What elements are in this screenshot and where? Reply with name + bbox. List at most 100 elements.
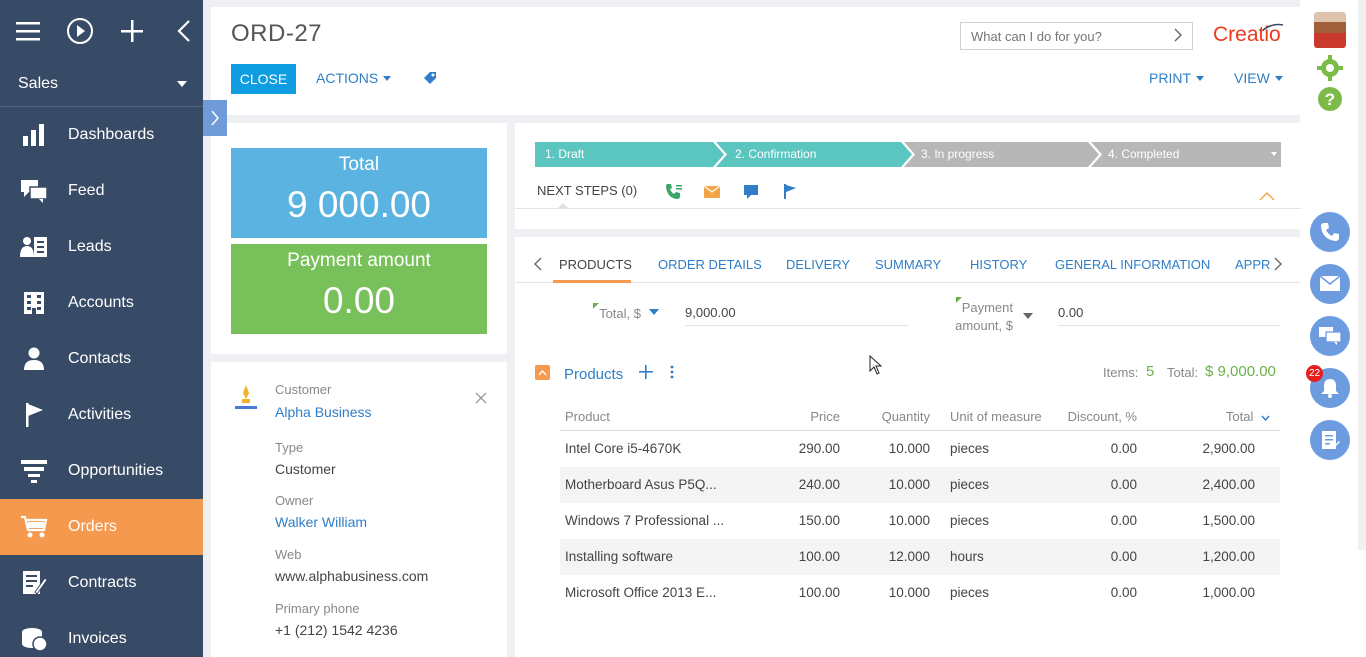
- chevron-right-icon[interactable]: [1173, 28, 1183, 42]
- workspace-selector[interactable]: Sales: [0, 62, 203, 107]
- tab-products[interactable]: PRODUCTS: [559, 257, 632, 272]
- workspace-label: Sales: [18, 75, 59, 92]
- chevron-up-icon[interactable]: [1259, 191, 1275, 201]
- cell-total: 1,000.00: [1202, 585, 1255, 600]
- payment-field-value[interactable]: 0.00: [1058, 305, 1280, 326]
- sidebar-item-opportunities[interactable]: Opportunities: [0, 443, 203, 499]
- close-icon[interactable]: [475, 392, 487, 404]
- tab-general-information[interactable]: GENERAL INFORMATION: [1055, 257, 1210, 272]
- products-grid: Product Price Quantity Unit of measure D…: [560, 402, 1280, 611]
- sidebar-item-invoices[interactable]: Invoices: [0, 611, 203, 657]
- items-count: 5: [1146, 363, 1155, 380]
- tab-summary[interactable]: SUMMARY: [875, 257, 941, 272]
- command-search-input[interactable]: [960, 22, 1193, 50]
- chevron-down-icon: [1196, 75, 1204, 81]
- tag-icon[interactable]: [423, 71, 437, 90]
- tab-history[interactable]: HISTORY: [970, 257, 1027, 272]
- table-row[interactable]: Microsoft Office 2013 E... 100.00 10.000…: [560, 575, 1280, 611]
- gear-icon[interactable]: [1317, 55, 1343, 81]
- table-row[interactable]: Motherboard Asus P5Q... 240.00 10.000 pi…: [560, 467, 1280, 503]
- sidebar-item-feed[interactable]: Feed: [0, 163, 203, 219]
- tab-order-details[interactable]: ORDER DETAILS: [658, 257, 762, 272]
- cell-quantity: 10.000: [888, 477, 930, 492]
- cell-discount: 0.00: [1110, 441, 1137, 456]
- notification-badge: 22: [1306, 365, 1323, 382]
- products-collapse-toggle[interactable]: [535, 365, 550, 380]
- avatar[interactable]: [1314, 12, 1346, 48]
- sidebar-item-label: Opportunities: [68, 462, 164, 479]
- chevron-down-icon[interactable]: [1023, 313, 1033, 319]
- phone-button[interactable]: [1310, 212, 1350, 252]
- email-button[interactable]: [1310, 264, 1350, 304]
- total-kpi: Total 9 000.00: [231, 148, 487, 238]
- tab-bar: PRODUCTS ORDER DETAILS DELIVERY SUMMARY …: [515, 237, 1301, 283]
- table-row[interactable]: Windows 7 Professional ... 150.00 10.000…: [560, 503, 1280, 539]
- chevron-left-icon[interactable]: [533, 257, 543, 271]
- column-header-price[interactable]: Price: [760, 402, 840, 431]
- chevron-down-icon[interactable]: [649, 309, 659, 315]
- table-row[interactable]: Intel Core i5-4670K 290.00 10.000 pieces…: [560, 431, 1280, 467]
- owner-link[interactable]: Walker William: [275, 514, 367, 530]
- web-label: Web: [275, 547, 302, 562]
- tab-delivery[interactable]: DELIVERY: [786, 257, 850, 272]
- customer-label: Customer: [275, 382, 332, 397]
- stage-in-progress[interactable]: 3. In progress: [911, 142, 994, 167]
- payment-field-label-line: Payment: [961, 300, 1013, 315]
- next-steps-tab[interactable]: NEXT STEPS (0): [537, 183, 637, 198]
- column-header-discount[interactable]: Discount, %: [1055, 402, 1137, 431]
- menu-icon[interactable]: [14, 17, 42, 45]
- column-header-total[interactable]: Total: [1155, 402, 1270, 431]
- column-header-product[interactable]: Product: [565, 402, 740, 431]
- svg-text:?: ?: [1325, 90, 1335, 109]
- close-button[interactable]: CLOSE: [231, 64, 296, 94]
- stage-completed[interactable]: 4. Completed: [1098, 142, 1179, 167]
- view-menu[interactable]: VIEW: [1234, 70, 1283, 86]
- call-icon[interactable]: [665, 183, 683, 201]
- tab-approvals[interactable]: APPRO: [1235, 257, 1271, 272]
- sidebar-item-leads[interactable]: Leads: [0, 219, 203, 275]
- help-icon[interactable]: ?: [1317, 86, 1343, 112]
- cell-price: 100.00: [798, 585, 840, 600]
- actions-menu[interactable]: ACTIONS: [316, 70, 392, 86]
- total-field-value[interactable]: 9,000.00: [685, 305, 908, 326]
- cell-product: Microsoft Office 2013 E...: [565, 585, 717, 600]
- sidebar-item-activities[interactable]: Activities: [0, 387, 203, 443]
- chevron-left-icon[interactable]: [170, 17, 198, 45]
- sidebar-item-accounts[interactable]: Accounts: [0, 275, 203, 331]
- sidebar-item-contacts[interactable]: Contacts: [0, 331, 203, 387]
- cell-unit: pieces: [950, 585, 990, 600]
- comment-icon[interactable]: [744, 185, 758, 199]
- chevron-down-icon: [1274, 75, 1283, 81]
- table-row[interactable]: Installing software 100.00 12.000 hours …: [560, 539, 1280, 575]
- cell-total: 1,500.00: [1202, 513, 1255, 528]
- stage-draft[interactable]: 1. Draft: [535, 142, 584, 167]
- chat-icon: [1319, 327, 1341, 345]
- plus-icon[interactable]: [118, 17, 146, 45]
- feed-button[interactable]: [1310, 420, 1350, 460]
- phone-label: Primary phone: [275, 601, 360, 616]
- column-header-unit[interactable]: Unit of measure: [950, 402, 1050, 431]
- column-header-quantity[interactable]: Quantity: [850, 402, 930, 431]
- kpi-value: 9 000.00: [286, 184, 432, 225]
- chevron-up-icon: [538, 369, 547, 375]
- chevron-down-icon: [177, 81, 187, 87]
- account-profile-card: Customer Alpha Business Type Customer Ow…: [211, 362, 507, 657]
- leads-icon: [20, 233, 48, 261]
- email-icon[interactable]: [704, 186, 720, 198]
- sidebar-item-contracts[interactable]: Contracts: [0, 555, 203, 611]
- customer-link[interactable]: Alpha Business: [275, 404, 372, 420]
- sidebar-item-orders[interactable]: Orders: [0, 499, 203, 555]
- print-menu[interactable]: PRINT: [1149, 70, 1204, 86]
- tab-scroll-right[interactable]: [1273, 257, 1295, 275]
- sidebar-item-dashboards[interactable]: Dashboards: [0, 107, 203, 163]
- flag-icon[interactable]: [783, 184, 797, 199]
- panel-expand-toggle[interactable]: [203, 100, 227, 136]
- chat-button[interactable]: [1310, 316, 1350, 356]
- stage-confirmation[interactable]: 2. Confirmation: [725, 142, 816, 167]
- payment-field-label: Payment amount, $: [947, 300, 1013, 333]
- account-logo: [235, 385, 257, 409]
- play-icon[interactable]: [66, 17, 94, 45]
- scrollbar[interactable]: [1358, 0, 1366, 550]
- more-vertical-icon[interactable]: [670, 365, 674, 379]
- add-icon[interactable]: [639, 365, 653, 379]
